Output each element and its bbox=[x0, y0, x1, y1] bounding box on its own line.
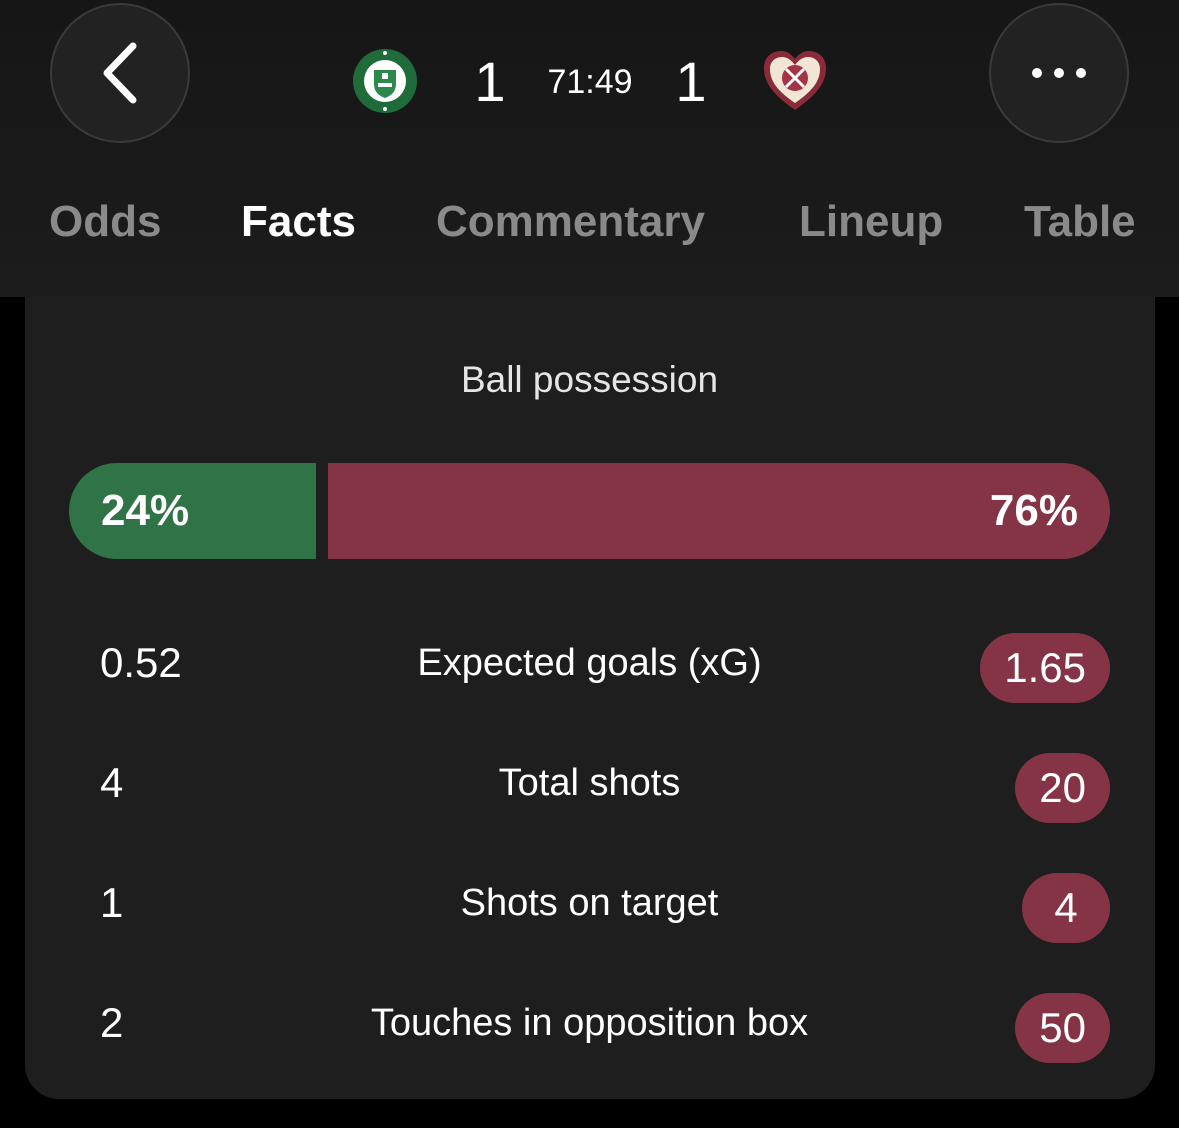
stat-home-value: 0.52 bbox=[100, 639, 182, 686]
stat-away-badge: 20 bbox=[1015, 753, 1110, 823]
stat-row-total-shots: 4 Total shots 20 bbox=[0, 748, 1179, 823]
stat-label: Shots on target bbox=[460, 882, 719, 924]
stat-label: Expected goals (xG) bbox=[417, 642, 762, 684]
stat-label: Touches in opposition box bbox=[370, 1002, 809, 1044]
possession-away-segment: 76% bbox=[328, 463, 1110, 559]
away-score: 1 bbox=[675, 50, 707, 113]
stat-row-box-touches: 2 Touches in opposition box 50 bbox=[0, 988, 1179, 1063]
more-options-button[interactable] bbox=[989, 3, 1129, 143]
hibernian-crest-icon[interactable] bbox=[352, 48, 418, 114]
tab-commentary[interactable]: Commentary bbox=[436, 196, 705, 248]
chevron-left-icon bbox=[103, 42, 137, 104]
stat-away-badge: 1.65 bbox=[980, 633, 1110, 703]
tab-facts[interactable]: Facts bbox=[241, 196, 356, 248]
possession-home-segment: 24% bbox=[69, 463, 316, 559]
tab-odds[interactable]: Odds bbox=[49, 196, 161, 248]
stat-home-value: 2 bbox=[100, 999, 124, 1046]
stat-row-shots-on-target: 1 Shots on target 4 bbox=[0, 868, 1179, 943]
possession-bar: 24% 76% bbox=[69, 463, 1110, 559]
tab-lineup[interactable]: Lineup bbox=[799, 196, 943, 248]
possession-away-value: 76% bbox=[989, 486, 1078, 535]
match-clock: 71:49 bbox=[547, 63, 633, 101]
tab-table[interactable]: Table bbox=[1024, 196, 1136, 248]
home-score: 1 bbox=[474, 50, 506, 113]
hearts-crest-icon[interactable] bbox=[762, 48, 828, 114]
stat-row-xg: 0.52 Expected goals (xG) 1.65 bbox=[0, 628, 1179, 703]
possession-home-value: 24% bbox=[101, 486, 190, 535]
stat-home-value: 1 bbox=[100, 879, 124, 926]
stat-label: Total shots bbox=[498, 762, 681, 804]
stat-home-value: 4 bbox=[100, 759, 124, 806]
stat-away-badge: 50 bbox=[1015, 993, 1110, 1063]
back-button[interactable] bbox=[50, 3, 190, 143]
possession-title: Ball possession bbox=[460, 359, 719, 400]
ellipsis-icon bbox=[1032, 68, 1086, 78]
match-header: 1 71:49 1 Odds Facts Commentary Lineup T… bbox=[0, 0, 1179, 297]
stat-away-badge: 4 bbox=[1022, 873, 1110, 943]
stats-card bbox=[25, 297, 1155, 1099]
